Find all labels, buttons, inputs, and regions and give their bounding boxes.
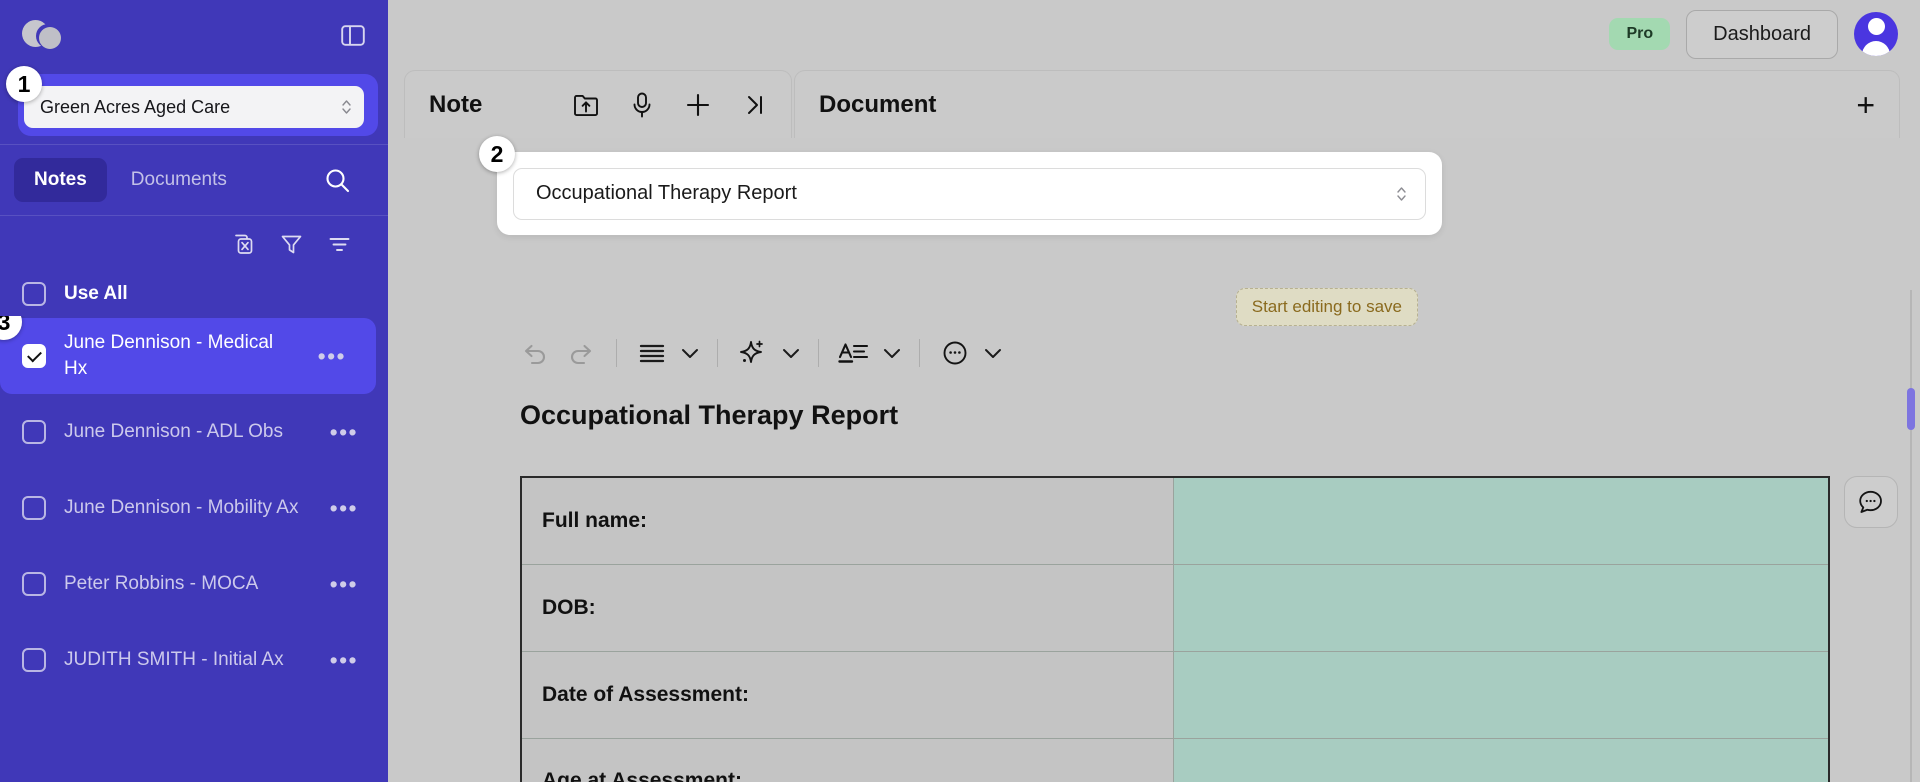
organisation-select-value: Green Acres Aged Care xyxy=(40,96,231,117)
note-panel-label: Note xyxy=(429,90,483,118)
table-cell-value[interactable] xyxy=(1172,476,1830,565)
callout-2: 2 xyxy=(479,136,515,172)
note-checkbox[interactable] xyxy=(22,648,46,672)
text-format-icon[interactable] xyxy=(831,332,877,374)
redo-icon[interactable] xyxy=(558,332,604,374)
chevron-updown-icon xyxy=(341,98,352,116)
clear-selection-icon[interactable] xyxy=(230,231,256,257)
use-all-row[interactable]: Use All xyxy=(0,272,388,316)
table-cell-label[interactable]: Date of Assessment: xyxy=(520,650,1174,739)
emoji-icon[interactable] xyxy=(932,332,978,374)
table-cell-label[interactable]: Full name: xyxy=(520,476,1174,565)
toolbar-separator xyxy=(717,339,718,367)
sidebar-action-bar xyxy=(0,216,388,272)
save-status-badge: Start editing to save xyxy=(1235,288,1418,326)
app-logo xyxy=(22,20,64,50)
note-checkbox[interactable] xyxy=(22,572,46,596)
table-cell-value[interactable] xyxy=(1172,650,1830,739)
note-title: June Dennison - ADL Obs xyxy=(64,421,283,443)
align-list-icon[interactable] xyxy=(629,332,675,374)
table-cell-label[interactable]: Age at Assessment: xyxy=(520,737,1174,782)
collapse-right-icon[interactable] xyxy=(743,93,767,117)
chat-bubble-icon[interactable] xyxy=(1844,476,1898,528)
panel-collapse-icon[interactable] xyxy=(340,24,366,46)
ai-chevron-down-icon[interactable] xyxy=(776,332,806,374)
table-cell-value[interactable] xyxy=(1172,737,1830,782)
text-format-chevron-down-icon[interactable] xyxy=(877,332,907,374)
tab-documents[interactable]: Documents xyxy=(111,158,247,202)
note-title: Peter Robbins - MOCA xyxy=(64,573,259,595)
folder-upload-icon[interactable] xyxy=(573,93,599,117)
note-checkbox[interactable] xyxy=(22,496,46,520)
search-icon[interactable] xyxy=(322,165,352,195)
document-table: Full name: DOB: Date of Assessment: Age … xyxy=(520,476,1830,782)
sidebar: 1 Green Acres Aged Care Notes Documents xyxy=(0,0,388,782)
emoji-chevron-down-icon[interactable] xyxy=(978,332,1008,374)
plus-icon[interactable] xyxy=(685,92,711,118)
list-item[interactable]: JUDITH SMITH - Initial Ax ••• xyxy=(0,622,388,698)
top-bar: Pro Dashboard xyxy=(388,0,1920,68)
align-list-chevron-down-icon[interactable] xyxy=(675,332,705,374)
document-panel-tab[interactable]: Document + xyxy=(794,70,1900,138)
user-avatar[interactable] xyxy=(1854,12,1898,56)
note-panel-icons xyxy=(573,92,767,118)
table-row[interactable]: DOB: xyxy=(520,563,1830,652)
use-all-label: Use All xyxy=(64,283,128,304)
add-document-icon[interactable]: + xyxy=(1856,89,1875,121)
note-title: June Dennison - Medical Hx xyxy=(64,332,274,379)
note-overflow-icon[interactable]: ••• xyxy=(318,343,346,370)
list-item[interactable]: 3 June Dennison - Medical Hx ••• xyxy=(0,316,376,394)
note-title: JUDITH SMITH - Initial Ax xyxy=(64,649,284,671)
dashboard-button[interactable]: Dashboard xyxy=(1686,9,1838,59)
organisation-selector-wrap: 1 Green Acres Aged Care xyxy=(0,66,388,144)
table-row[interactable]: Full name: xyxy=(520,476,1830,565)
editor-toolbar xyxy=(512,328,1008,378)
notes-list: 3 June Dennison - Medical Hx ••• June De… xyxy=(0,316,388,782)
list-item[interactable]: June Dennison - Mobility Ax ••• xyxy=(0,470,388,546)
note-overflow-icon[interactable]: ••• xyxy=(330,419,358,446)
document-template-value: Occupational Therapy Report xyxy=(536,182,797,204)
undo-icon[interactable] xyxy=(512,332,558,374)
scrollbar-thumb[interactable] xyxy=(1907,388,1915,430)
document-title: Occupational Therapy Report xyxy=(520,400,899,430)
document-template-select[interactable]: Occupational Therapy Report xyxy=(513,167,1426,220)
list-item[interactable]: June Dennison - ADL Obs ••• xyxy=(0,394,388,470)
microphone-icon[interactable] xyxy=(631,92,653,118)
table-cell-label[interactable]: DOB: xyxy=(520,563,1174,652)
panel-tabs: Note Document + xyxy=(404,70,1900,138)
ai-sparkle-icon[interactable] xyxy=(730,332,776,374)
tab-notes[interactable]: Notes xyxy=(14,158,107,202)
note-checkbox[interactable] xyxy=(22,420,46,444)
note-panel-tab[interactable]: Note xyxy=(404,70,792,138)
list-item[interactable]: Peter Robbins - MOCA ••• xyxy=(0,546,388,622)
filter-icon[interactable] xyxy=(278,231,304,257)
chevron-updown-icon xyxy=(1396,185,1407,203)
sidebar-header xyxy=(0,0,388,70)
note-overflow-icon[interactable]: ••• xyxy=(330,571,358,598)
vertical-scrollbar[interactable] xyxy=(1910,290,1912,782)
note-overflow-icon[interactable]: ••• xyxy=(330,647,358,674)
toolbar-separator xyxy=(616,339,617,367)
callout-3: 3 xyxy=(0,316,22,340)
table-row[interactable]: Date of Assessment: xyxy=(520,650,1830,739)
document-selector-card: 2 Occupational Therapy Report xyxy=(479,136,1442,235)
use-all-checkbox[interactable] xyxy=(22,282,46,306)
sort-icon[interactable] xyxy=(326,231,352,257)
note-checkbox[interactable] xyxy=(22,344,46,368)
toolbar-separator xyxy=(818,339,819,367)
toolbar-separator xyxy=(919,339,920,367)
table-row[interactable]: Age at Assessment: xyxy=(520,737,1830,782)
note-overflow-icon[interactable]: ••• xyxy=(330,495,358,522)
organisation-select[interactable]: Green Acres Aged Care xyxy=(24,86,364,128)
pro-badge: Pro xyxy=(1609,18,1671,50)
sidebar-tabs: Notes Documents xyxy=(0,145,388,215)
note-title: June Dennison - Mobility Ax xyxy=(64,497,299,519)
table-cell-value[interactable] xyxy=(1172,563,1830,652)
callout-1: 1 xyxy=(6,66,42,102)
document-panel-label: Document xyxy=(819,90,937,118)
